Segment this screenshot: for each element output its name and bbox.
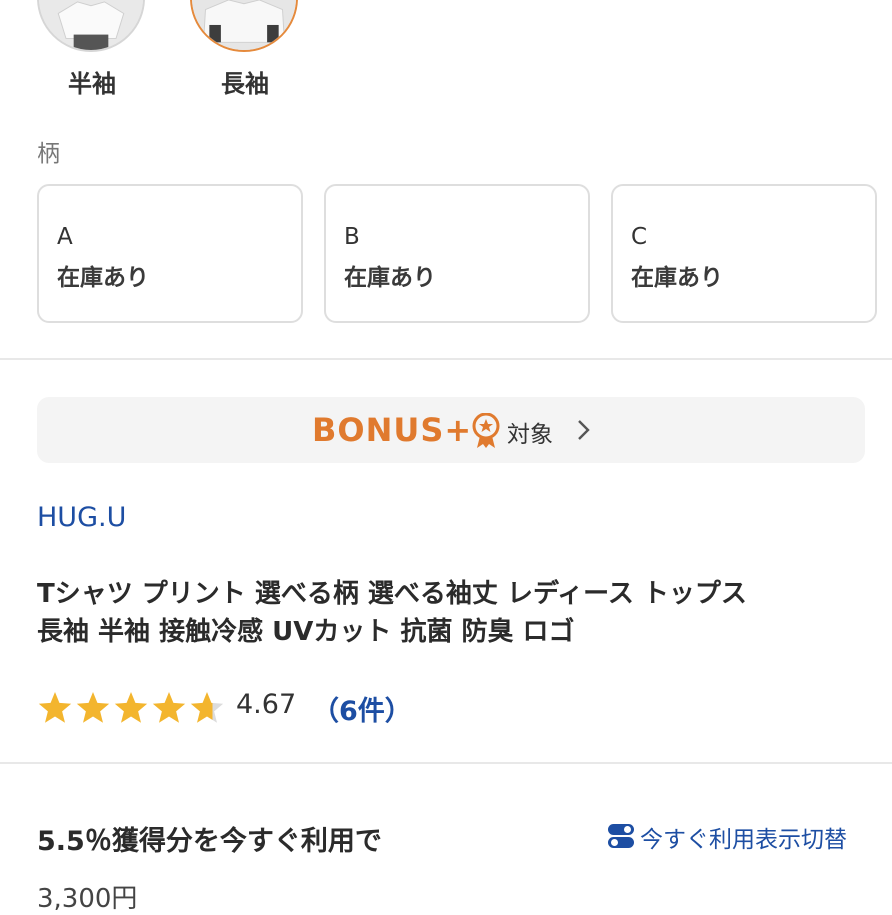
- price-partial: 3,300円: [37, 884, 138, 914]
- pattern-option-stock: 在庫あり: [57, 265, 149, 291]
- product-title-line-1: Tシャツ プリント 選べる柄 選べる袖丈 レディース トップス: [37, 579, 747, 609]
- pattern-option-a[interactable]: A 在庫あり: [37, 184, 303, 323]
- rating-star-icon: [114, 692, 148, 723]
- rating-stars: [38, 692, 224, 723]
- bonus-plus-banner[interactable]: BONUS+ 対象: [37, 397, 865, 463]
- pattern-option-name: B: [344, 224, 360, 250]
- points-use-text: 5.5％獲得分を今すぐ利用で: [37, 826, 382, 857]
- rating-star-icon: [190, 692, 224, 723]
- sleeve-option-short-label[interactable]: 半袖: [37, 64, 147, 99]
- section-divider: [0, 358, 892, 360]
- rating-star-icon: [152, 692, 186, 723]
- rating-value: 4.67: [236, 689, 297, 720]
- shop-name-link[interactable]: HUG.U: [37, 502, 126, 533]
- pattern-section-label: 柄: [37, 141, 60, 167]
- points-toggle-link[interactable]: 今すぐ利用表示切替: [640, 820, 847, 854]
- pattern-option-c[interactable]: C 在庫あり: [611, 184, 877, 323]
- pattern-option-name: C: [631, 224, 648, 250]
- bonus-plus-logo: BONUS+: [312, 411, 473, 449]
- pattern-option-stock: 在庫あり: [631, 265, 723, 291]
- sleeve-option-long-image[interactable]: [190, 0, 298, 52]
- short-sleeve-photo-icon: [39, 0, 143, 50]
- bonus-target-label: 対象: [507, 422, 553, 448]
- chevron-right-icon: [578, 420, 590, 440]
- sleeve-option-short-image[interactable]: [37, 0, 145, 52]
- rating-star-icon: [76, 692, 110, 723]
- pattern-option-b[interactable]: B 在庫あり: [324, 184, 590, 323]
- long-sleeve-photo-icon: [192, 0, 296, 50]
- section-divider: [0, 762, 892, 764]
- rating-star-icon: [38, 692, 72, 723]
- toggle-icon[interactable]: [606, 821, 636, 851]
- pattern-option-stock: 在庫あり: [344, 265, 436, 291]
- pattern-option-name: A: [57, 224, 73, 250]
- product-title: Tシャツ プリント 選べる柄 選べる袖丈 レディース トップス 長袖 半袖 接触…: [37, 575, 857, 651]
- sleeve-option-long-label[interactable]: 長袖: [190, 64, 300, 99]
- medal-icon: [472, 413, 500, 448]
- product-title-line-2: 長袖 半袖 接触冷感 UVカット 抗菌 防臭 ロゴ: [37, 617, 575, 647]
- review-count-link[interactable]: （6件）: [312, 689, 412, 728]
